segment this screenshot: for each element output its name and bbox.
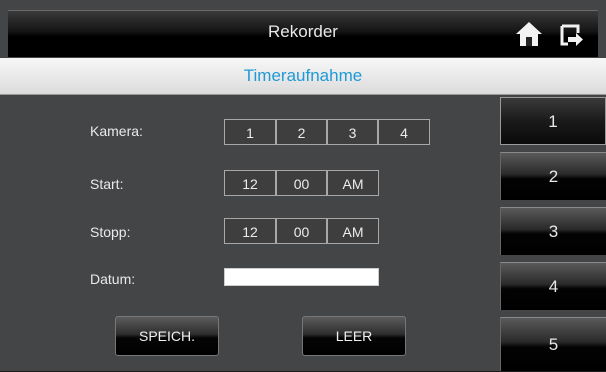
start-hour-field[interactable]: 12 [224,170,276,196]
exit-arrow-icon[interactable] [556,20,586,50]
date-field[interactable] [224,268,379,286]
camera-tab-4[interactable]: 4 [500,262,606,310]
save-button[interactable]: SPEICH. [115,316,219,356]
stop-ampm-field[interactable]: AM [327,218,379,244]
subtitle-bar: Timeraufnahme [0,58,606,95]
clear-button[interactable]: LEER [302,316,406,356]
page-title: Rekorder [268,22,338,41]
camera-tab-1[interactable]: 1 [500,97,606,145]
start-label: Start: [90,176,124,192]
camera-option-1[interactable]: 1 [224,119,276,145]
start-ampm-field[interactable]: AM [327,170,379,196]
stop-minute-field[interactable]: 00 [276,218,327,244]
date-label: Datum: [90,271,136,287]
camera-tab-2[interactable]: 2 [500,152,606,200]
home-icon[interactable] [514,19,544,49]
camera-tab-3[interactable]: 3 [500,207,606,255]
stop-label: Stopp: [90,224,131,240]
camera-option-2[interactable]: 2 [276,119,327,145]
camera-tab-5[interactable]: 5 [500,317,606,371]
recorder-screen: Rekorder Timeraufnahme Kamera: 1 2 3 4 S… [0,0,606,371]
camera-label: Kamera: [90,123,143,139]
section-title: Timeraufnahme [243,66,363,85]
start-minute-field[interactable]: 00 [276,170,327,196]
camera-option-3[interactable]: 3 [327,119,378,145]
title-bar: Rekorder [8,10,598,57]
stop-hour-field[interactable]: 12 [224,218,276,244]
camera-option-4[interactable]: 4 [378,119,430,145]
